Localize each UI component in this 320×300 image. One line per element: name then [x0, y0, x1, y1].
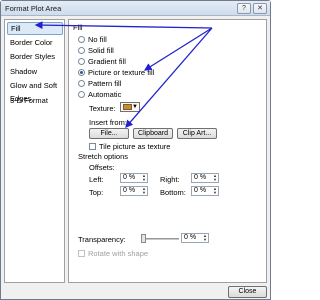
stretch-options-label: Stretch options [78, 152, 129, 161]
window-title: Format Plot Area [5, 4, 62, 13]
top-offset-input[interactable]: 0 % ▲ ▼ [120, 186, 148, 196]
transparency-slider-thumb[interactable] [141, 234, 146, 243]
checkbox-box[interactable] [89, 142, 96, 150]
radio-automatic[interactable]: Automatic [78, 89, 121, 99]
right-offset-input[interactable]: 0 % ▲ ▼ [191, 173, 219, 183]
left-offset-value: 0 % [123, 174, 136, 181]
right-offset-value: 0 % [194, 174, 207, 181]
radio-label: Automatic [88, 89, 122, 99]
nav-item-glow-soft-edges[interactable]: Glow and Soft Edges [7, 79, 63, 103]
radio-label: Solid fill [88, 45, 114, 55]
bottom-offset-value: 0 % [194, 187, 207, 194]
clipboard-button[interactable]: Clipboard [133, 128, 173, 139]
radio-circle[interactable] [78, 57, 85, 65]
spinner-arrows-icon[interactable]: ▲ ▼ [213, 174, 217, 182]
texture-label: Texture: [89, 104, 116, 113]
rotate-with-shape-checkbox[interactable]: Rotate with shape [78, 248, 148, 258]
offsets-label: Offsets: [89, 163, 115, 172]
checkbox-label: Rotate with shape [88, 248, 149, 258]
nav-item-border-styles[interactable]: Border Styles [7, 50, 63, 63]
left-offset-input[interactable]: 0 % ▲ ▼ [120, 173, 148, 183]
radio-circle[interactable] [78, 46, 85, 54]
bottom-offset-label: Bottom: [160, 188, 186, 197]
help-button[interactable]: ? [237, 3, 251, 14]
radio-pattern-fill[interactable]: Pattern fill [78, 78, 121, 88]
top-offset-value: 0 % [123, 187, 136, 194]
radio-gradient-fill[interactable]: Gradient fill [78, 56, 126, 66]
checkbox-box[interactable] [78, 249, 85, 257]
clip-art-button[interactable]: Clip Art... [177, 128, 217, 139]
top-offset-label: Top: [89, 188, 104, 197]
radio-circle[interactable] [78, 90, 85, 98]
format-plot-area-dialog: Format Plot Area ? ✕ Fill Border Color B… [0, 0, 271, 300]
close-button[interactable]: Close [228, 286, 267, 298]
bottom-offset-input[interactable]: 0 % ▲ ▼ [191, 186, 219, 196]
insert-from-label: Insert from: [89, 118, 127, 127]
spinner-arrows-icon[interactable]: ▲ ▼ [203, 234, 207, 242]
spinner-arrows-icon[interactable]: ▲ ▼ [142, 174, 146, 182]
title-bar: Format Plot Area ? ✕ [1, 1, 270, 16]
transparency-label: Transparency: [78, 235, 126, 244]
checkbox-label: Tile picture as texture [99, 141, 171, 151]
transparency-slider-track[interactable] [141, 238, 179, 240]
transparency-input[interactable]: 0 % ▲ ▼ [181, 233, 209, 243]
nav-item-fill[interactable]: Fill [7, 22, 63, 35]
right-offset-label: Right: [160, 175, 180, 184]
radio-circle[interactable] [78, 79, 85, 87]
radio-no-fill[interactable]: No fill [78, 34, 107, 44]
radio-label: Pattern fill [88, 78, 122, 88]
radio-label: Picture or texture fill [88, 67, 155, 77]
radio-circle[interactable] [78, 35, 85, 43]
nav-item-border-color[interactable]: Border Color [7, 36, 63, 49]
texture-swatch [123, 104, 132, 110]
category-list: Fill Border Color Border Styles Shadow G… [4, 19, 65, 283]
tile-texture-checkbox[interactable]: Tile picture as texture [89, 141, 170, 151]
spinner-arrows-icon[interactable]: ▲ ▼ [213, 187, 217, 195]
radio-label: No fill [88, 34, 107, 44]
chevron-down-icon: ▼ [132, 104, 138, 110]
left-offset-label: Left: [89, 175, 104, 184]
texture-dropdown[interactable]: ▼ [120, 102, 140, 112]
radio-circle-selected[interactable] [78, 68, 85, 76]
radio-solid-fill[interactable]: Solid fill [78, 45, 114, 55]
file-button[interactable]: File... [89, 128, 129, 139]
close-window-button[interactable]: ✕ [253, 3, 267, 14]
transparency-value: 0 % [184, 234, 197, 241]
radio-label: Gradient fill [88, 56, 126, 66]
nav-item-3d-format[interactable]: 3-D Format [7, 94, 63, 107]
radio-picture-texture-fill[interactable]: Picture or texture fill [78, 67, 154, 77]
fill-settings-pane: Fill No fill Solid fill Gradient fill Pi… [68, 19, 267, 283]
spinner-arrows-icon[interactable]: ▲ ▼ [142, 187, 146, 195]
nav-item-shadow[interactable]: Shadow [7, 65, 63, 78]
fill-heading: Fill [73, 23, 83, 32]
